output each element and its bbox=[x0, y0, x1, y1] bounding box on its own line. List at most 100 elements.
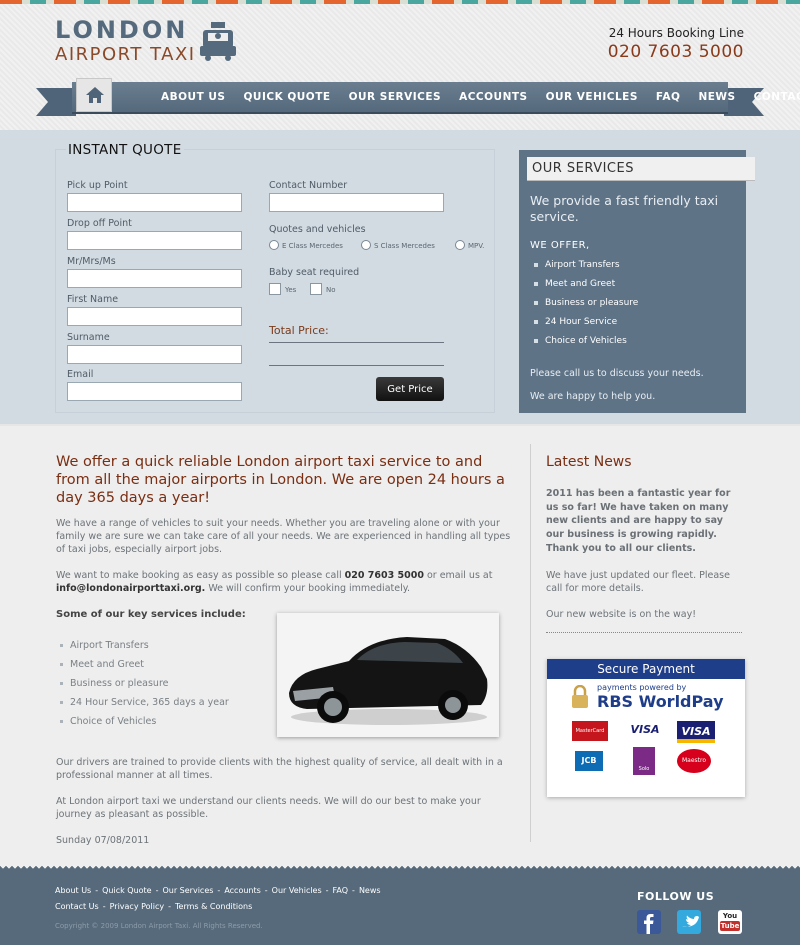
email-label: Email bbox=[67, 369, 94, 380]
service-item: Business or pleasure bbox=[533, 296, 638, 315]
radio-s-class-label: S Class Mercedes bbox=[374, 242, 435, 250]
key-service-item: Choice of Vehicles bbox=[60, 716, 229, 735]
nav-quick-quote[interactable]: QUICK QUOTE bbox=[235, 91, 340, 103]
email-input[interactable] bbox=[67, 382, 242, 401]
key-service-item: 24 Hour Service, 365 days a year bbox=[60, 697, 229, 716]
key-service-item: Airport Transfers bbox=[60, 640, 229, 659]
booking-phone: 020 7603 5000 bbox=[607, 42, 744, 62]
radio-mpv[interactable] bbox=[455, 240, 465, 250]
news-fleet: We have just updated our fleet. Please c… bbox=[546, 570, 730, 594]
maestro-icon: Maestro bbox=[677, 749, 711, 773]
footer-link-accounts[interactable]: Accounts bbox=[224, 886, 260, 895]
home-button[interactable] bbox=[76, 78, 112, 112]
youtube-label: You Tube bbox=[718, 910, 742, 934]
logo-text-airport-taxi[interactable]: AIRPORT TAXI bbox=[55, 44, 196, 65]
footer-link-news[interactable]: News bbox=[359, 886, 381, 895]
get-price-button[interactable]: Get Price bbox=[376, 377, 444, 401]
news-website: Our new website is on the way! bbox=[546, 609, 696, 620]
drivers-paragraph: Our drivers are trained to provide clien… bbox=[56, 757, 503, 781]
nav-news[interactable]: NEWS bbox=[689, 91, 744, 103]
surname-input[interactable] bbox=[67, 345, 242, 364]
padlock-icon bbox=[572, 685, 588, 708]
key-service-item: Business or pleasure bbox=[60, 678, 229, 697]
news-lead: 2011 has been a fantastic year for us so… bbox=[546, 488, 731, 554]
booking-text-c: We will confirm your booking immediately… bbox=[205, 583, 411, 594]
footer-link-faq[interactable]: FAQ bbox=[333, 886, 349, 895]
visa-icon: VISA bbox=[630, 723, 660, 736]
worldpay-logo: RBS WorldPay bbox=[597, 692, 724, 711]
key-service-item: Meet and Greet bbox=[60, 659, 229, 678]
nav-accounts[interactable]: ACCOUNTS bbox=[450, 91, 537, 103]
radio-e-class-label: E Class Mercedes bbox=[282, 242, 343, 250]
news-title: Latest News bbox=[546, 454, 632, 470]
intro-paragraph: We have a range of vehicles to suit your… bbox=[56, 518, 511, 555]
service-item: Choice of Vehicles bbox=[533, 334, 638, 353]
nav-bar: ABOUT US QUICK QUOTE OUR SERVICES ACCOUN… bbox=[72, 82, 800, 112]
secure-payment-panel: Secure Payment payments powered by RBS W… bbox=[547, 659, 745, 797]
nav-ribbon-left bbox=[36, 88, 76, 116]
car-image bbox=[277, 613, 499, 737]
pickup-label: Pick up Point bbox=[67, 180, 128, 191]
baby-seat-no-checkbox[interactable] bbox=[310, 283, 322, 295]
booking-paragraph: We want to make booking as easy as possi… bbox=[56, 569, 516, 595]
booking-label: 24 Hours Booking Line bbox=[608, 26, 744, 40]
total-line-top bbox=[269, 342, 444, 343]
footer-link-about[interactable]: About Us bbox=[55, 886, 91, 895]
footer-link-terms[interactable]: Terms & Conditions bbox=[175, 902, 252, 911]
key-services-list: Airport Transfers Meet and Greet Busines… bbox=[60, 640, 229, 735]
firstname-input[interactable] bbox=[67, 307, 242, 326]
mercedes-car-icon bbox=[277, 613, 499, 737]
radio-e-class[interactable] bbox=[269, 240, 279, 250]
baby-seat-label: Baby seat required bbox=[269, 267, 360, 278]
payment-powered: payments powered by bbox=[597, 683, 687, 692]
mastercard-icon: MasterCard bbox=[572, 721, 608, 741]
footer-links-row1: About Us - Quick Quote - Our Services - Accoun… bbox=[55, 886, 381, 895]
radio-s-class[interactable] bbox=[361, 240, 371, 250]
jcb-icon: JCB bbox=[575, 751, 603, 771]
services-lead: We provide a fast friendly taxi service. bbox=[530, 193, 719, 224]
vehicles-label: Quotes and vehicles bbox=[269, 224, 366, 235]
youtube-you: You bbox=[722, 912, 738, 920]
booking-text-b: or email us at bbox=[423, 570, 493, 581]
services-happy: We are happy to help you. bbox=[530, 391, 656, 402]
visa-electron-icon: VISA bbox=[677, 721, 715, 743]
services-offer: WE OFFER, bbox=[530, 240, 590, 251]
surname-label: Surname bbox=[67, 332, 110, 343]
taxi-icon bbox=[200, 22, 236, 61]
dropoff-input[interactable] bbox=[67, 231, 242, 250]
logo-text-london[interactable]: LONDON bbox=[55, 16, 188, 44]
clients-paragraph: At London airport taxi we understand our… bbox=[56, 796, 481, 820]
nav-faq[interactable]: FAQ bbox=[647, 91, 690, 103]
radio-mpv-label: MPV. bbox=[468, 242, 485, 250]
service-item: Meet and Greet bbox=[533, 277, 638, 296]
firstname-label: First Name bbox=[67, 294, 119, 305]
booking-phone-inline: 020 7603 5000 bbox=[344, 570, 424, 581]
youtube-icon[interactable]: You Tube bbox=[718, 910, 742, 934]
footer-link-services[interactable]: Our Services bbox=[162, 886, 213, 895]
contact-label: Contact Number bbox=[269, 180, 348, 191]
footer-link-quick-quote[interactable]: Quick Quote bbox=[102, 886, 151, 895]
facebook-icon[interactable] bbox=[637, 910, 661, 934]
copyright: Copyright © 2009 London Airport Taxi. Al… bbox=[55, 922, 263, 930]
booking-email-link[interactable]: info@londonairporttaxi.org. bbox=[56, 583, 205, 594]
nav-about-us[interactable]: ABOUT US bbox=[152, 91, 235, 103]
quote-title: INSTANT QUOTE bbox=[66, 142, 184, 158]
column-divider bbox=[530, 444, 531, 842]
key-services-heading: Some of our key services include: bbox=[56, 609, 246, 620]
contact-input[interactable] bbox=[269, 193, 444, 212]
booking-text-a: We want to make booking as easy as possi… bbox=[56, 570, 345, 581]
nav-our-vehicles[interactable]: OUR VEHICLES bbox=[537, 91, 647, 103]
title-input[interactable] bbox=[67, 269, 242, 288]
dropoff-label: Drop off Point bbox=[67, 218, 132, 229]
baby-seat-yes-checkbox[interactable] bbox=[269, 283, 281, 295]
baby-seat-no-label: No bbox=[326, 286, 336, 294]
nav-contact-us[interactable]: CONTACT US bbox=[745, 91, 800, 103]
footer-link-vehicles[interactable]: Our Vehicles bbox=[272, 886, 322, 895]
nav-our-services[interactable]: OUR SERVICES bbox=[340, 91, 451, 103]
total-line-bottom bbox=[269, 365, 444, 366]
pickup-input[interactable] bbox=[67, 193, 242, 212]
news-divider bbox=[546, 632, 742, 633]
twitter-icon[interactable] bbox=[677, 910, 701, 934]
footer-link-privacy[interactable]: Privacy Policy bbox=[110, 902, 165, 911]
footer-link-contact[interactable]: Contact Us bbox=[55, 902, 99, 911]
